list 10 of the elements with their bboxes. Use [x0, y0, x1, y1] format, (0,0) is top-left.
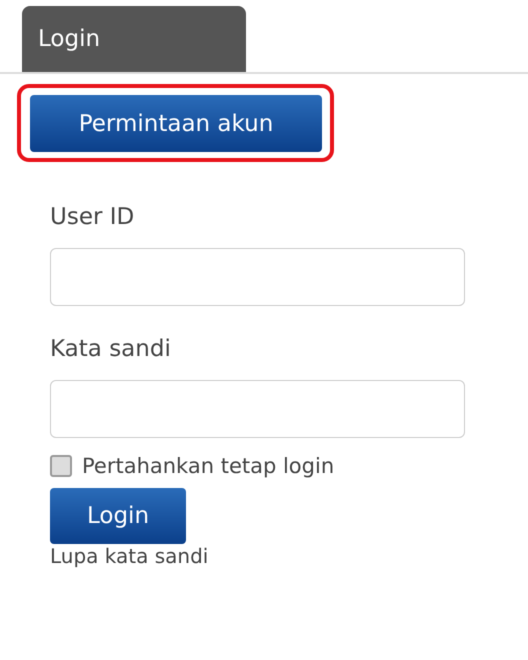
forgot-password-link[interactable]: Lupa kata sandi — [50, 544, 208, 568]
input-field[interactable] — [50, 248, 465, 306]
account-request-button[interactable]: Permintaan akun — [30, 95, 322, 152]
login-tab[interactable]: Login — [22, 6, 246, 72]
checkbox-label: Pertahankan tetap login — [82, 454, 334, 478]
field-label: User ID — [50, 204, 136, 232]
input-field[interactable] — [50, 380, 465, 438]
login-button[interactable]: Login — [50, 488, 186, 544]
checkbox[interactable] — [50, 455, 72, 477]
field-label: Kata sandi — [50, 336, 172, 364]
